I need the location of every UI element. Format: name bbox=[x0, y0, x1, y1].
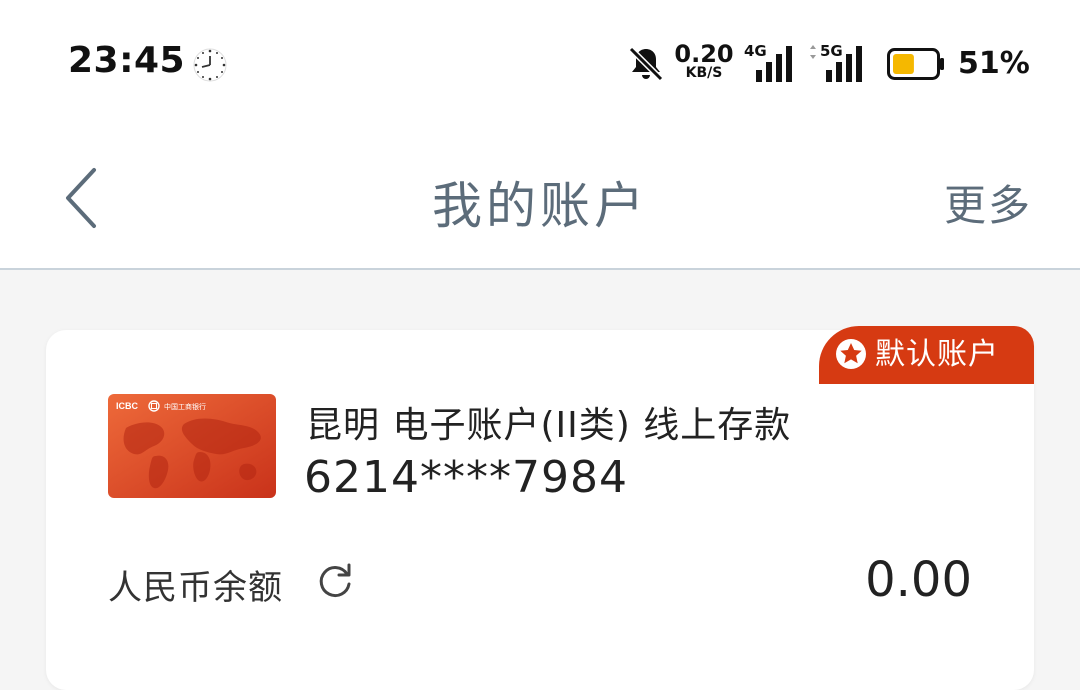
network-speed-value: 0.20 bbox=[674, 40, 734, 68]
network-speed-unit: KB/S bbox=[685, 65, 723, 81]
battery-percent: 51% bbox=[958, 46, 1030, 81]
clock-icon bbox=[193, 48, 227, 82]
card-brand-text: ICBC bbox=[116, 401, 138, 411]
status-time: 23:45 bbox=[68, 40, 186, 81]
mute-bell-icon bbox=[628, 46, 664, 82]
signal-icon bbox=[826, 46, 862, 82]
default-account-label: 默认账户 bbox=[875, 337, 999, 372]
default-account-badge: 默认账户 bbox=[819, 326, 1034, 384]
data-arrows-icon bbox=[810, 45, 816, 59]
signal-5g: 5G bbox=[808, 42, 862, 84]
more-button[interactable]: 更多 bbox=[944, 172, 1032, 233]
account-name: 昆明 电子账户(II类) 线上存款 bbox=[306, 405, 792, 446]
star-icon bbox=[836, 339, 866, 369]
bank-card-image: ICBC 中国工商银行 bbox=[108, 394, 276, 498]
account-number: 6214****7984 bbox=[304, 452, 628, 503]
battery-icon bbox=[887, 48, 944, 80]
refresh-icon[interactable] bbox=[316, 560, 356, 600]
page-title: 我的账户 bbox=[432, 177, 648, 235]
account-card[interactable]: 默认账户 ICBC 中国工商银行 昆明 电子账户(II类) 线上存款 6214*… bbox=[46, 326, 1034, 690]
battery-level-fill bbox=[893, 54, 914, 74]
balance-amount: 0.00 bbox=[865, 552, 972, 608]
signal-4g: 4G bbox=[744, 42, 796, 84]
signal-icon bbox=[756, 46, 792, 82]
status-bar: 23:45 0.20 KB/S 4G 5G 51% bbox=[0, 0, 1080, 130]
card-bank-name: 中国工商银行 bbox=[164, 402, 206, 411]
network-speed: 0.20 KB/S bbox=[674, 42, 734, 80]
balance-label: 人民币余额 bbox=[108, 568, 283, 608]
nav-header: 我的账户 更多 bbox=[0, 130, 1080, 270]
